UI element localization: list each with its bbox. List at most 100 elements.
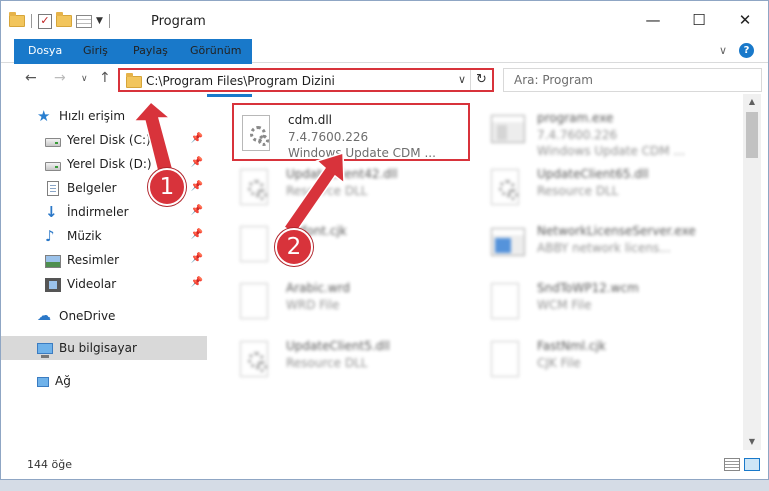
sidebar-item-local-disk-c[interactable]: Yerel Disk (C:) 📌	[1, 128, 207, 152]
ribbon-tabs: Dosya Giriş Paylaş Görünüm ∨ ?	[1, 39, 768, 97]
file-item-updateclient65-dll[interactable]: UpdateClient65.dll Resource DLL	[483, 159, 721, 217]
pin-icon[interactable]: 📌	[191, 277, 203, 288]
search-input[interactable]: Ara: Program	[503, 68, 762, 92]
desktop-background-strip	[0, 480, 769, 491]
new-folder-icon[interactable]	[56, 12, 72, 27]
exe-icon	[491, 226, 525, 264]
customize-toolbar-chevron-icon[interactable]: ▼	[96, 16, 103, 26]
exe-icon	[491, 113, 525, 151]
folder-icon	[126, 73, 142, 88]
file-icon	[240, 283, 272, 321]
up-arrow-icon[interactable]: ↑	[99, 70, 111, 86]
pin-icon[interactable]: 📌	[191, 229, 203, 240]
tab-home[interactable]: Giriş	[71, 39, 120, 63]
back-arrow-icon[interactable]: ←	[25, 70, 37, 86]
search-placeholder: Ara: Program	[514, 73, 593, 87]
toolbar-separator	[31, 14, 32, 28]
file-icon	[491, 341, 523, 379]
item-count: 144 öğe	[27, 458, 72, 471]
sidebar-item-label: Belgeler	[67, 181, 117, 195]
properties-check-icon[interactable]: ✓	[38, 13, 52, 29]
explorer-window: ✓ ▼ Program — ☐ ✕ Dosya Giriş Paylaş Gör…	[0, 0, 769, 480]
file-icon	[240, 226, 272, 264]
scrollbar-thumb[interactable]	[746, 112, 758, 158]
properties-icon[interactable]	[76, 14, 92, 28]
sidebar-item-label: Resimler	[67, 253, 120, 267]
file-type: Resource DLL	[286, 184, 368, 198]
file-item-sndtowp12-wcm[interactable]: SndToWP12.wcm WCM File	[483, 273, 721, 331]
status-bar: 144 öğe	[1, 450, 768, 479]
pin-icon[interactable]: 📌	[191, 157, 203, 168]
dll-gear-icon	[240, 341, 272, 379]
file-item-program-exe[interactable]: program.exe 7.4.7600.226 Windows Update …	[483, 103, 721, 161]
sidebar-item-videos[interactable]: Videolar 📌	[1, 272, 207, 296]
sidebar-item-onedrive[interactable]: ☁ OneDrive	[1, 304, 207, 328]
view-switcher	[724, 458, 760, 471]
refresh-icon[interactable]: ↻	[470, 70, 492, 90]
file-icon	[491, 283, 523, 321]
tiles-view-icon[interactable]	[744, 458, 760, 471]
scroll-down-arrow-icon[interactable]: ▼	[743, 434, 761, 450]
documents-icon	[47, 180, 59, 196]
file-item-arabic-wrd[interactable]: Arabic.wrd WRD File	[232, 273, 470, 331]
dll-gear-icon	[242, 115, 274, 153]
this-pc-icon	[37, 343, 53, 358]
file-name: UpdateClient5.dll	[286, 339, 390, 353]
quick-access-toolbar: ✓ ▼	[9, 12, 112, 30]
address-path[interactable]: C:\Program Files\Program Dizini	[146, 74, 335, 88]
sidebar-item-quick-access[interactable]: ★ Hızlı erişim	[1, 104, 207, 128]
address-history-chevron-icon[interactable]: ∨	[458, 73, 466, 86]
file-item-tfont-cjk[interactable]: ...tfont.cjk	[232, 216, 470, 274]
download-icon: ↓	[45, 203, 58, 221]
minimize-button[interactable]: —	[630, 1, 676, 39]
title-bar: ✓ ▼ Program — ☐ ✕	[1, 1, 768, 39]
file-type: CJK File	[537, 356, 581, 370]
pin-icon[interactable]: 📌	[191, 253, 203, 264]
vertical-scrollbar[interactable]: ▲ ▼	[743, 94, 761, 450]
sidebar-item-music[interactable]: ♪ Müzik 📌	[1, 224, 207, 248]
sidebar-item-this-pc[interactable]: Bu bilgisayar	[1, 336, 207, 360]
file-type: Resource DLL	[286, 356, 368, 370]
file-name: UpdateClient65.dll	[537, 167, 649, 181]
file-item-cdm-dll[interactable]: cdm.dll 7.4.7600.226 Windows Update CDM …	[232, 103, 470, 161]
navigation-bar: ← → ∨ ↑ C:\Program Files\Program Dizini …	[1, 64, 768, 94]
callout-1-badge: 1	[148, 168, 186, 206]
navigation-pane: ★ Hızlı erişim Yerel Disk (C:) 📌 Yerel D…	[1, 94, 207, 450]
pin-icon[interactable]: 📌	[191, 133, 203, 144]
sidebar-item-label: OneDrive	[59, 309, 116, 323]
star-icon: ★	[37, 107, 51, 125]
tab-share[interactable]: Paylaş	[121, 39, 180, 63]
file-name: FastNml.cjk	[537, 339, 606, 353]
sidebar-item-label: Bu bilgisayar	[59, 341, 137, 355]
sidebar-item-label: Videolar	[67, 277, 117, 291]
callout-2-badge: 2	[275, 228, 313, 266]
file-type: WCM File	[537, 298, 592, 312]
pin-icon[interactable]: 📌	[191, 181, 203, 192]
network-icon	[37, 377, 49, 387]
help-icon[interactable]: ?	[739, 43, 754, 58]
file-description: Windows Update CDM ...	[537, 144, 685, 158]
ribbon-right-controls: ∨ ?	[719, 43, 754, 58]
pin-icon[interactable]: 📌	[191, 205, 203, 216]
recent-locations-chevron-icon[interactable]: ∨	[81, 74, 88, 84]
dll-gear-icon	[491, 169, 523, 207]
file-item-updateclient42-dll[interactable]: UpdateClient42.dll Resource DLL	[232, 159, 470, 217]
scroll-up-arrow-icon[interactable]: ▲	[743, 94, 761, 110]
dll-gear-icon	[240, 169, 272, 207]
address-bar[interactable]: C:\Program Files\Program Dizini ∨ ↻	[118, 68, 494, 92]
file-name: NetworkLicenseServer.exe	[537, 224, 696, 238]
file-item-updateclient5-dll[interactable]: UpdateClient5.dll Resource DLL	[232, 331, 470, 389]
folder-icon	[9, 12, 25, 27]
close-button[interactable]: ✕	[722, 1, 768, 39]
details-view-icon[interactable]	[724, 458, 740, 471]
expand-ribbon-chevron-icon[interactable]: ∨	[719, 44, 727, 57]
file-version: 7.4.7600.226	[537, 128, 618, 142]
file-item-fastnml-cjk[interactable]: FastNml.cjk CJK File	[483, 331, 721, 389]
sidebar-item-pictures[interactable]: Resimler 📌	[1, 248, 207, 272]
maximize-button[interactable]: ☐	[676, 1, 722, 39]
tab-view[interactable]: Görünüm	[178, 39, 253, 63]
sidebar-item-network[interactable]: Ağ	[1, 369, 207, 393]
forward-arrow-icon[interactable]: →	[54, 70, 66, 86]
file-item-networklicenseserver-exe[interactable]: NetworkLicenseServer.exe ABBY network li…	[483, 216, 721, 274]
window-title: Program	[151, 14, 206, 29]
